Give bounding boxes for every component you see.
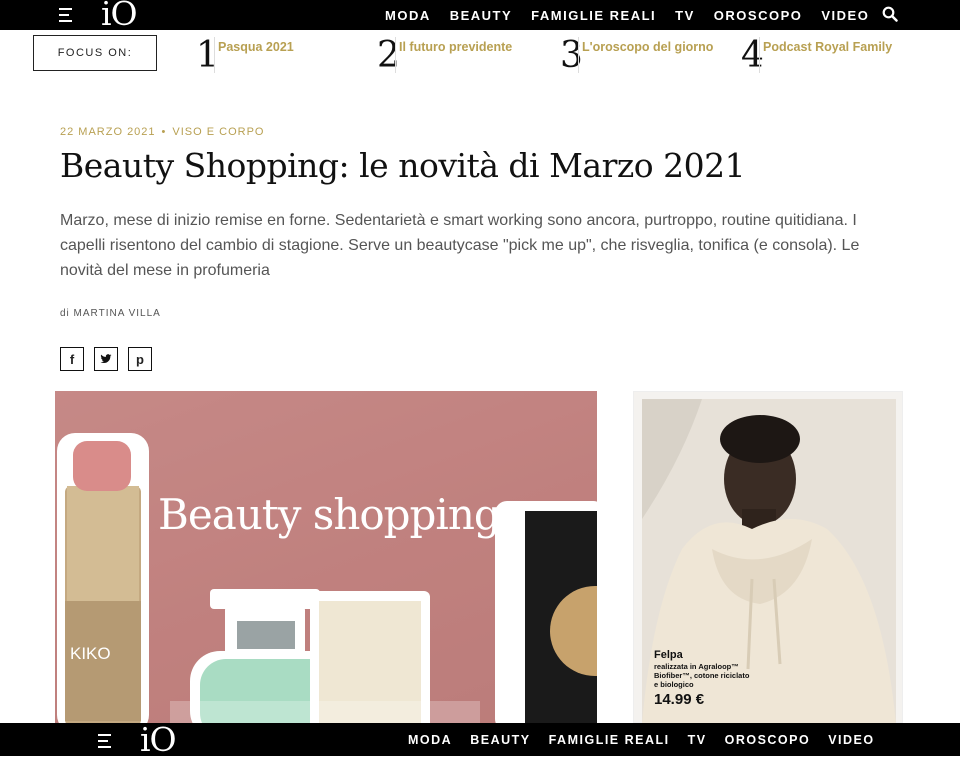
sticky-nav: MODA BEAUTY FAMIGLIE REALI TV OROSCOPO V… <box>408 723 893 756</box>
main-nav: MODA BEAUTY FAMIGLIE REALI TV OROSCOPO V… <box>385 0 888 30</box>
menu-icon[interactable] <box>98 734 114 748</box>
product-brand-text: KIKO <box>70 644 111 663</box>
site-logo[interactable]: iO <box>101 0 138 34</box>
nav-link-tv[interactable]: TV <box>675 8 695 23</box>
focus-on-label: FOCUS ON: <box>33 35 157 71</box>
twitter-share-button[interactable] <box>94 347 118 371</box>
divider <box>759 37 760 73</box>
top-navbar: iO MODA BEAUTY FAMIGLIE REALI TV OROSCOP… <box>0 0 960 33</box>
focus-link[interactable]: Il futuro previdente <box>399 40 512 54</box>
search-icon[interactable] <box>882 6 898 22</box>
sticky-navbar: iO MODA BEAUTY FAMIGLIE REALI TV OROSCOP… <box>0 720 960 759</box>
focus-link[interactable]: Podcast Royal Family <box>763 40 892 54</box>
nav-link-oroscopo[interactable]: OROSCOPO <box>725 733 811 747</box>
nav-link-tv[interactable]: TV <box>688 733 707 747</box>
focus-number: 3 <box>560 35 583 76</box>
hero-illustration: KIKO <box>55 391 597 723</box>
nav-link-moda[interactable]: MODA <box>385 8 431 23</box>
nav-link-video[interactable]: VIDEO <box>821 8 869 23</box>
divider <box>395 37 396 73</box>
nav-link-beauty[interactable]: BEAUTY <box>470 733 530 747</box>
facebook-share-button[interactable]: f <box>60 347 84 371</box>
ad-product-desc: realizzata in Agraloop™ Biofiber™, coton… <box>654 662 750 689</box>
logo-text: iO <box>140 720 177 759</box>
nav-link-famiglie-reali[interactable]: FAMIGLIE REALI <box>531 8 656 23</box>
nav-link-oroscopo[interactable]: OROSCOPO <box>714 8 803 23</box>
article-meta: 22 MARZO 2021 • VISO E CORPO <box>60 126 265 138</box>
share-buttons: f p <box>60 347 162 371</box>
focus-number: 4 <box>741 35 764 76</box>
article-byline: di MARTINA VILLA <box>60 308 161 319</box>
nav-link-moda[interactable]: MODA <box>408 733 452 747</box>
menu-icon[interactable] <box>59 8 75 22</box>
focus-link[interactable]: L'oroscopo del giorno <box>582 40 713 54</box>
ad-product-title: Felpa <box>654 649 683 661</box>
article-title: Beauty Shopping: le novità di Marzo 2021 <box>60 146 746 185</box>
nav-link-video[interactable]: VIDEO <box>828 733 874 747</box>
ad-price: 14.99 € <box>654 691 705 708</box>
pinterest-icon: p <box>136 351 144 367</box>
hero-image: KIKO Beauty shopping <box>55 391 597 723</box>
divider <box>578 37 579 73</box>
article-date: 22 MARZO 2021 <box>60 126 156 138</box>
site-logo[interactable]: iO <box>140 720 177 760</box>
focus-number: 2 <box>377 35 400 76</box>
ad-image: Felpa realizzata in Agraloop™ Biofiber™,… <box>642 399 896 724</box>
divider <box>214 37 215 73</box>
pinterest-share-button[interactable]: p <box>128 347 152 371</box>
nav-link-beauty[interactable]: BEAUTY <box>450 8 512 23</box>
hero-title-text: Beauty shopping <box>158 490 501 539</box>
category-link[interactable]: VISO E CORPO <box>172 126 264 138</box>
nav-link-famiglie-reali[interactable]: FAMIGLIE REALI <box>549 733 670 747</box>
focus-link[interactable]: Pasqua 2021 <box>218 40 294 54</box>
logo-text: iO <box>101 0 138 33</box>
focus-number: 1 <box>196 35 219 76</box>
advertisement[interactable]: Felpa realizzata in Agraloop™ Biofiber™,… <box>633 391 903 724</box>
article-lead: Marzo, mese di inizio remise en forne. S… <box>60 212 860 279</box>
twitter-icon <box>100 354 112 364</box>
facebook-icon: f <box>69 351 75 367</box>
